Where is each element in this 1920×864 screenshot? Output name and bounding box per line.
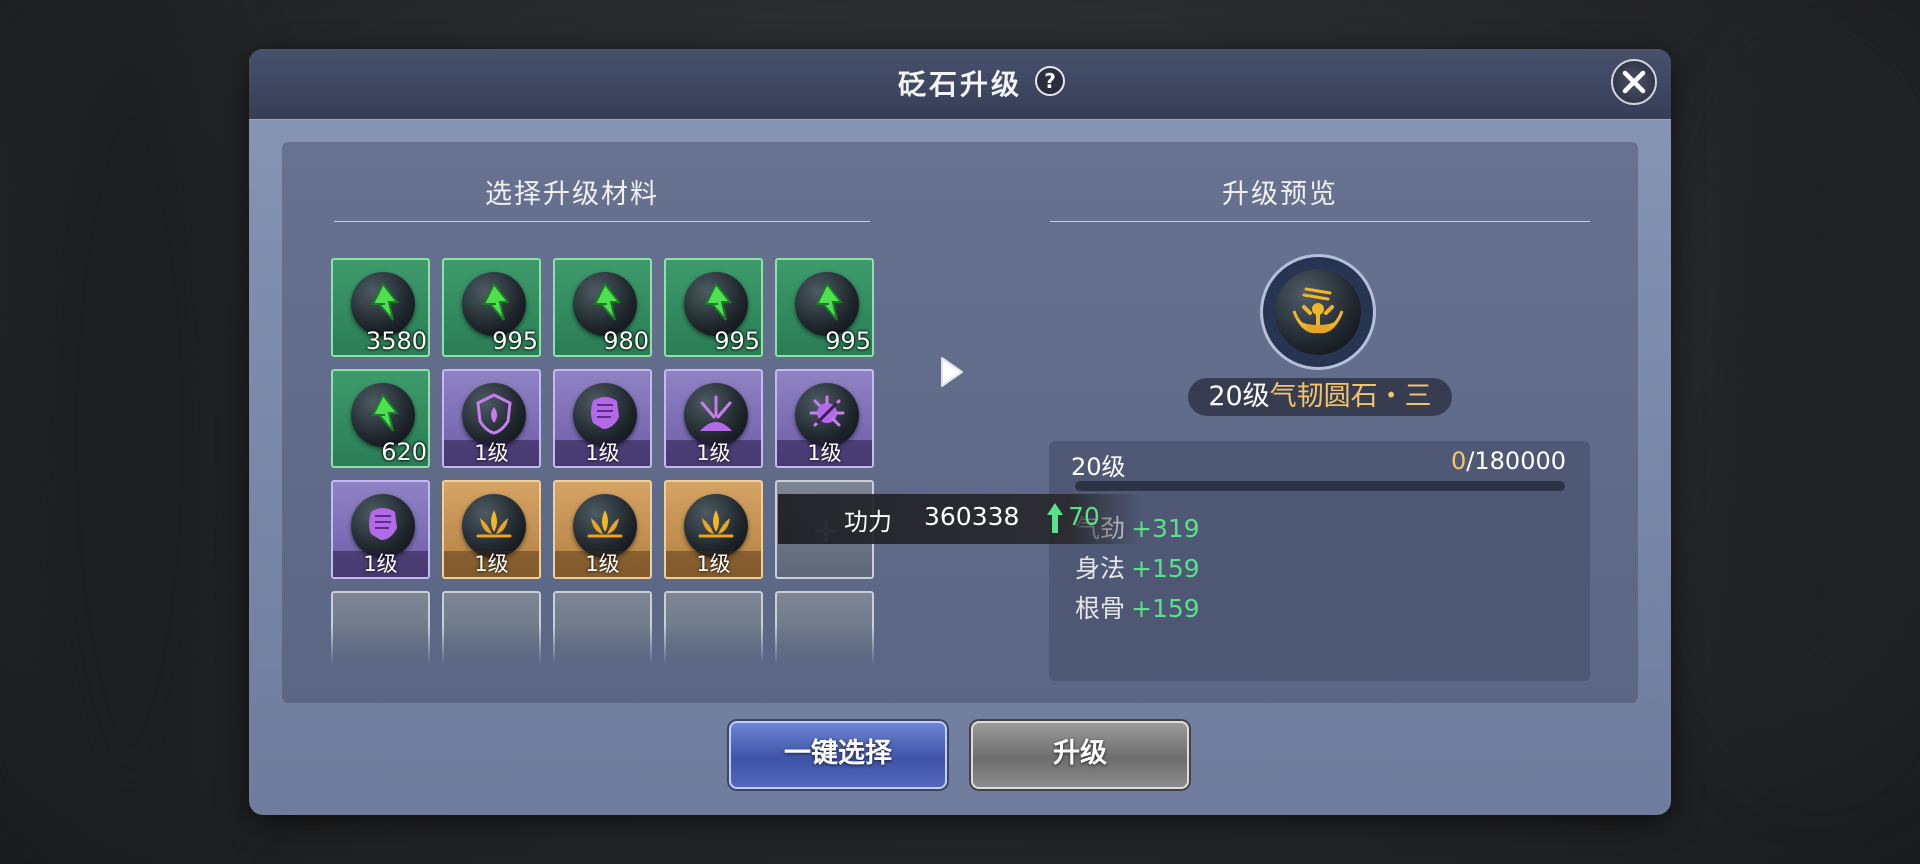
slot-level: 1级 (666, 551, 761, 577)
material-slot[interactable]: 620 (331, 369, 430, 468)
material-slot[interactable]: 1级 (442, 480, 541, 579)
preview-divider (1050, 221, 1590, 222)
material-slot[interactable]: 1级 (553, 480, 652, 579)
empty-slot[interactable] (553, 591, 652, 690)
material-slot[interactable]: 1级 (553, 369, 652, 468)
empty-slot[interactable] (775, 591, 874, 690)
close-icon (1622, 70, 1646, 94)
slot-count: 995 (825, 327, 871, 355)
slot-count: 3580 (365, 327, 427, 355)
auto-select-button[interactable]: 一键选择 (729, 721, 947, 789)
slot-count: 995 (714, 327, 760, 355)
slot-level: 1级 (666, 440, 761, 466)
preview-title: 升级预览 (1222, 179, 1338, 210)
shield-stone-icon (462, 383, 526, 447)
upgrade-button[interactable]: 升级 (971, 721, 1189, 789)
power-label: 功力 (844, 508, 892, 536)
stat-value: +159 (1131, 594, 1200, 623)
slot-level: 1级 (444, 440, 539, 466)
burst-stone-icon (684, 383, 748, 447)
slot-count: 620 (381, 438, 427, 466)
power-value: 360338 (924, 502, 1020, 531)
material-slot[interactable]: 995 (664, 258, 763, 357)
slot-count: 995 (492, 327, 538, 355)
power-tooltip: 功力 360338 70 (778, 494, 1142, 544)
current-level: 20级 (1071, 453, 1126, 481)
stat-name: 根骨 (1075, 594, 1126, 623)
slot-level: 1级 (444, 551, 539, 577)
lotus-stone-icon (462, 494, 526, 558)
stat-value: +159 (1131, 554, 1200, 583)
upgrade-dialog: 砭石升级 ? 选择升级材料 升级预览 3580 995 980 995 995 620 1级… (249, 49, 1671, 815)
empty-slot[interactable] (664, 591, 763, 690)
fist-stone-icon (351, 494, 415, 558)
stat-name: 身法 (1075, 554, 1126, 583)
preview-stone-icon (1260, 254, 1376, 370)
empty-slot[interactable] (331, 591, 430, 690)
material-slot[interactable]: 1级 (442, 369, 541, 468)
slot-level: 1级 (555, 440, 650, 466)
material-slot[interactable]: 1级 (331, 480, 430, 579)
slot-level: 1级 (777, 440, 872, 466)
preview-stone-name: 20级气韧圆石・三 (1188, 378, 1452, 416)
slot-level: 1级 (555, 551, 650, 577)
materials-title: 选择升级材料 (485, 179, 659, 210)
material-slot[interactable]: 1级 (664, 369, 763, 468)
lotus-stone-icon (573, 494, 637, 558)
empty-slot[interactable] (442, 591, 541, 690)
fist-stone-icon (573, 383, 637, 447)
upgrade-info-box: 20级 0/180000 气劲+319身法+159根骨+159 (1049, 441, 1590, 681)
lotus-stone-icon (684, 494, 748, 558)
stat-row: 身法 +159 (1075, 549, 1200, 585)
dialog-header: 砭石升级 ? (249, 49, 1671, 120)
slot-count: 980 (603, 327, 649, 355)
material-slot[interactable]: 980 (553, 258, 652, 357)
material-slot[interactable]: 1级 (664, 480, 763, 579)
slot-level: 1级 (333, 551, 428, 577)
arrow-up-icon (1047, 503, 1063, 533)
materials-divider (334, 221, 870, 222)
close-button[interactable] (1611, 59, 1657, 105)
material-slot[interactable]: 995 (775, 258, 874, 357)
arrow-right-icon (941, 357, 963, 387)
material-slot[interactable]: 995 (442, 258, 541, 357)
exp-readout: 0/180000 (1451, 447, 1566, 475)
power-delta: 70 (1068, 502, 1100, 531)
stat-row: 根骨 +159 (1075, 589, 1200, 625)
bug-stone-icon (795, 383, 859, 447)
material-slot[interactable]: 1级 (775, 369, 874, 468)
exp-progress-bar (1075, 481, 1565, 491)
help-button[interactable]: ? (1035, 66, 1065, 96)
dialog-title: 砭石升级 (897, 68, 1022, 101)
material-slot[interactable]: 3580 (331, 258, 430, 357)
